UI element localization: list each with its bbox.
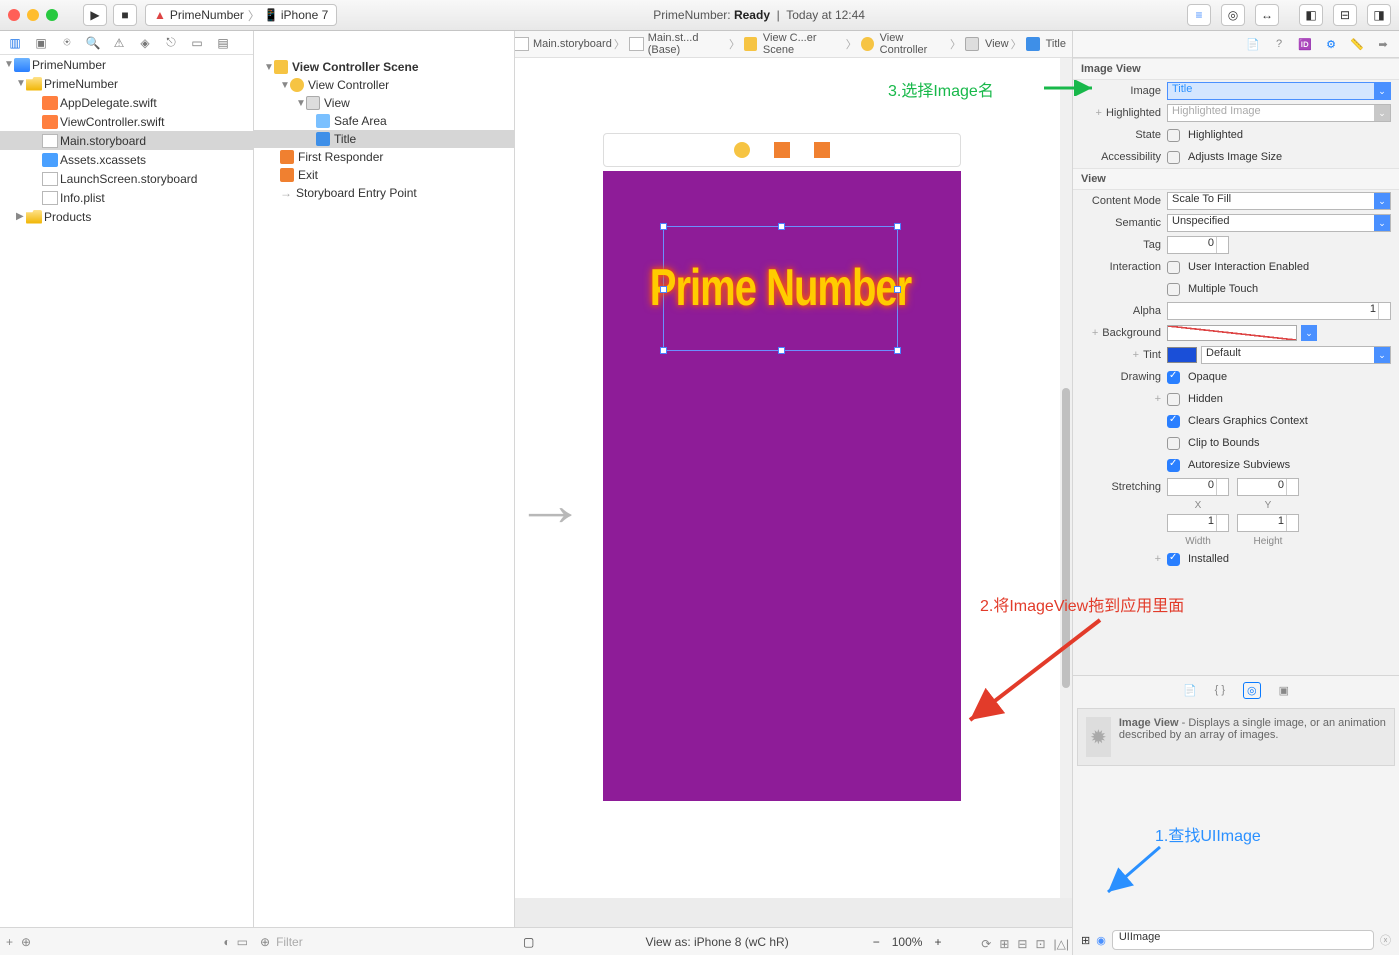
entry-point-arrow-icon: → [514,470,586,539]
clip-bounds-check[interactable] [1167,437,1180,450]
editor-version-icon[interactable]: ↔ [1255,4,1279,26]
navigator-footer[interactable]: +⊕ ◐▭ [0,927,254,955]
help-inspector-icon: ? [1271,36,1287,52]
scene-dock[interactable] [603,133,961,167]
background-color-well[interactable] [1167,325,1297,341]
state-highlighted-check[interactable] [1167,129,1180,142]
adjusts-image-size-check[interactable] [1167,151,1180,164]
zoom-in-icon[interactable]: + [934,935,941,949]
outline-title[interactable]: Title [254,130,514,148]
multiple-touch-check[interactable] [1167,283,1180,296]
traffic-zoom[interactable] [46,9,58,21]
outline-footer[interactable]: ⊕Filter [254,927,515,955]
toggle-right-panel-icon[interactable]: ◨ [1367,4,1391,26]
editor-assistant-icon[interactable]: ◎ [1221,4,1245,26]
installed-check[interactable] [1167,553,1180,566]
activity-viewer: PrimeNumber: Ready | Today at 12:44 [337,8,1181,22]
project-nav-icon: ▥ [6,36,24,50]
file-inspector-icon: 📄 [1245,36,1261,52]
image-view-icon: ✹ [1086,717,1111,757]
run-button[interactable]: ▶ [83,4,107,26]
connections-inspector-icon: ➡ [1375,36,1391,52]
traffic-min[interactable] [27,9,39,21]
device-config-icon: ▢ [523,935,534,949]
identity-inspector-icon: 🆔 [1297,36,1313,52]
semantic-combo[interactable]: Unspecified⌄ [1167,214,1391,232]
toggle-bottom-panel-icon[interactable]: ⊟ [1333,4,1357,26]
stop-button[interactable]: ■ [113,4,137,26]
document-outline[interactable]: ▼View Controller Scene ▼View Controller … [254,31,514,927]
image-view-title[interactable]: Prime Number [663,226,898,351]
autoresize-check[interactable] [1167,459,1180,472]
clears-graphics-check[interactable] [1167,415,1180,428]
content-mode-combo[interactable]: Scale To Fill⌄ [1167,192,1391,210]
file-main-storyboard[interactable]: Main.storyboard [0,131,253,150]
section-view: View [1073,168,1399,190]
inspector-panel: 📄 ? 🆔 ⚙ 📏 ➡ Image View ImageTitle⌄ +High… [1072,31,1399,955]
attributes-inspector-icon: ⚙ [1323,36,1339,52]
toggle-left-panel-icon[interactable]: ◧ [1299,4,1323,26]
ib-layout-tools[interactable]: ⟳⊞⊟⊡|△| [981,937,1069,951]
window-titlebar: ▶ ■ ▲ PrimeNumber 〉 📱 iPhone 7 PrimeNumb… [0,0,1399,31]
image-combo[interactable]: Title⌄ [1167,82,1391,100]
user-interaction-check[interactable] [1167,261,1180,274]
view-controller-scene[interactable]: Prime Number [603,133,961,803]
zoom-out-icon[interactable]: − [873,935,880,949]
library-item-image-view[interactable]: ✹ Image View - Displays a single image, … [1077,708,1395,766]
root-view[interactable]: Prime Number [603,171,961,801]
inspector-tabs[interactable]: 📄 ? 🆔 ⚙ 📏 ➡ [1073,31,1399,58]
object-library: 📄{ }◎▣ ✹ Image View - Displays a single … [1073,675,1399,955]
opaque-check[interactable] [1167,371,1180,384]
scheme-selector[interactable]: ▲ PrimeNumber 〉 📱 iPhone 7 [145,4,337,26]
tint-combo[interactable]: Default⌄ [1201,346,1391,364]
hidden-check[interactable] [1167,393,1180,406]
alpha-field[interactable]: 1 [1167,302,1391,320]
library-search-input[interactable]: UIImage [1112,930,1374,950]
clear-search-icon[interactable]: ⓧ [1380,932,1391,948]
interface-builder-canvas[interactable]: Prime Number [515,58,1072,898]
section-image-view: Image View [1073,58,1399,80]
project-navigator[interactable]: ▼PrimeNumber ▼PrimeNumber AppDelegate.sw… [0,55,253,927]
size-inspector-icon: 📏 [1349,36,1365,52]
grid-view-icon[interactable]: ⊞ [1081,934,1090,947]
highlighted-combo[interactable]: Highlighted Image⌄ [1167,104,1391,122]
editor-standard-icon[interactable]: ≡ [1187,4,1211,26]
canvas-scrollbar[interactable] [1060,58,1072,898]
library-tabs[interactable]: 📄{ }◎▣ [1073,676,1399,704]
traffic-close[interactable] [8,9,20,21]
object-library-tab-icon: ◎ [1243,682,1261,699]
navigator-tabs[interactable]: ▥▣⍟🔍⚠◈⎋▭▤ [0,31,253,55]
tag-field[interactable]: 0 [1167,236,1229,254]
